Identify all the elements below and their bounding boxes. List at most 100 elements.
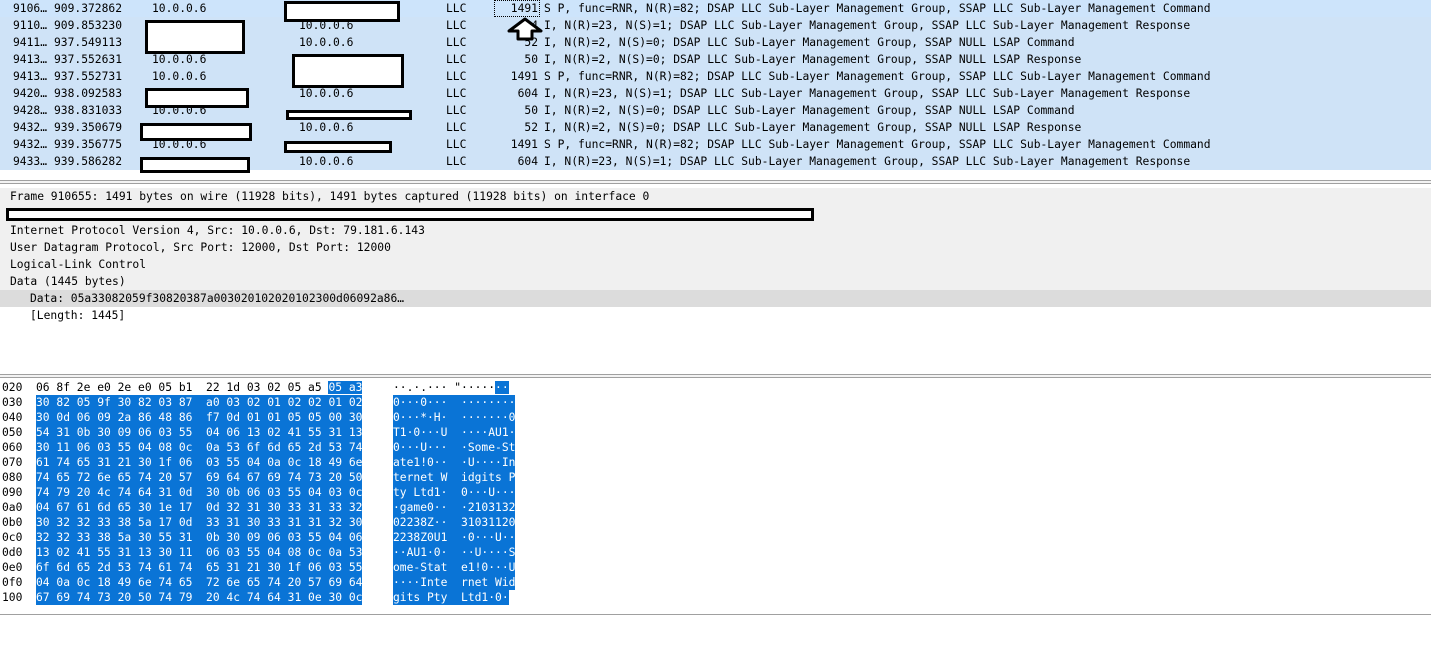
packet-length: 1491: [510, 138, 538, 151]
packet-protocol: LLC: [446, 19, 467, 32]
pane-splitter[interactable]: [0, 180, 1431, 184]
packet-number: 9420…: [13, 87, 48, 100]
packet-info: I, N(R)=2, N(S)=0; DSAP LLC Sub-Layer Ma…: [544, 121, 1082, 134]
packet-info: S P, func=RNR, N(R)=82; DSAP LLC Sub-Lay…: [544, 2, 1211, 15]
byte-hex-highlight: 30 82 05 9f 30 82 03 87 a0 03 02 01 02 0…: [36, 395, 363, 410]
byte-hex-highlight: 67 69 74 73 20 50 74 79 20 4c 74 64 31 0…: [36, 590, 363, 605]
packet-number: 9433…: [13, 155, 48, 168]
packet-time: 937.552631: [54, 53, 123, 66]
packet-time: 937.549113: [54, 36, 123, 49]
packet-number: 9413…: [13, 53, 48, 66]
packet-info: I, N(R)=23, N(S)=1; DSAP LLC Sub-Layer M…: [544, 87, 1191, 100]
byte-hex-highlight: 30 32 32 33 38 5a 17 0d 33 31 30 33 31 3…: [36, 515, 363, 530]
byte-ascii-highlight: gits Pty Ltd1·0·: [393, 590, 509, 605]
packet-destination: 10.0.0.6: [299, 121, 354, 134]
byte-ascii-highlight: ty Ltd1· 0···U···: [393, 485, 516, 500]
packet-protocol: LLC: [446, 70, 467, 83]
packet-list[interactable]: 9106… 909.372862 10.0.0.6 LLC 1491 S P, …: [0, 0, 1431, 176]
byte-hex-highlight: 05 a3: [328, 381, 363, 394]
byte-ascii-highlight: ····Inte rnet Wid: [393, 575, 516, 590]
byte-offset: 070: [2, 456, 23, 469]
byte-ascii-highlight: ··: [495, 381, 509, 394]
detail-text: Data (1445 bytes): [10, 275, 126, 288]
packet-info: I, N(R)=23, N(S)=1; DSAP LLC Sub-Layer M…: [544, 19, 1191, 32]
byte-ascii: ··.·.··· "·······: [393, 380, 509, 395]
byte-offset: 040: [2, 411, 23, 424]
byte-ascii-highlight: 0···0··· ········: [393, 395, 516, 410]
byte-hex: 06 8f 2e e0 2e e0 05 b1 22 1d 03 02 05 a…: [36, 380, 363, 395]
packet-destination: 10.0.0.6: [299, 155, 354, 168]
packet-time: 939.350679: [54, 121, 123, 134]
detail-row-udp[interactable]: User Datagram Protocol, Src Port: 12000,…: [0, 239, 1431, 256]
detail-row-frame[interactable]: Frame 910655: 1491 bytes on wire (11928 …: [0, 188, 1431, 205]
byte-hex-highlight: 04 0a 0c 18 49 6e 74 65 72 6e 65 74 20 5…: [36, 575, 363, 590]
byte-hex-highlight: 30 11 06 03 55 04 08 0c 0a 53 6f 6d 65 2…: [36, 440, 363, 455]
pane-bottom-border: [0, 614, 1431, 615]
detail-row-data-value[interactable]: Data: 05a33082059f30820387a0030201020201…: [0, 290, 1431, 307]
packet-row-selected[interactable]: 9106… 909.372862 10.0.0.6 LLC 1491 S P, …: [0, 0, 1431, 17]
detail-row-data[interactable]: Data (1445 bytes): [0, 273, 1431, 290]
packet-info: I, N(R)=2, N(S)=0; DSAP LLC Sub-Layer Ma…: [544, 53, 1082, 66]
packet-time: 938.092583: [54, 87, 123, 100]
byte-offset: 0e0: [2, 561, 23, 574]
byte-ascii-highlight: 0···*·H· ·······0: [393, 410, 516, 425]
packet-number: 9110…: [13, 19, 48, 32]
redaction-box: [284, 1, 400, 22]
detail-row-data-length[interactable]: [Length: 1445]: [0, 307, 1431, 324]
byte-offset: 0d0: [2, 546, 23, 559]
byte-hex-highlight: 54 31 0b 30 09 06 03 55 04 06 13 02 41 5…: [36, 425, 363, 440]
byte-ascii-highlight: ··AU1·0· ··U····S: [393, 545, 516, 560]
byte-offset: 0f0: [2, 576, 23, 589]
packet-number: 9411…: [13, 36, 48, 49]
packet-protocol: LLC: [446, 87, 467, 100]
packet-details-pane[interactable]: Frame 910655: 1491 bytes on wire (11928 …: [0, 186, 1431, 372]
redaction-box: [140, 123, 252, 141]
detail-row-ip[interactable]: Internet Protocol Version 4, Src: 10.0.0…: [0, 222, 1431, 239]
byte-hex-highlight: 74 79 20 4c 74 64 31 0d 30 0b 06 03 55 0…: [36, 485, 363, 500]
byte-offset: 0a0: [2, 501, 23, 514]
packet-info: S P, func=RNR, N(R)=82; DSAP LLC Sub-Lay…: [544, 70, 1211, 83]
byte-ascii-highlight: T1·0···U ····AU1·: [393, 425, 516, 440]
packet-bytes-pane[interactable]: 020 06 8f 2e e0 2e e0 05 b1 22 1d 03 02 …: [0, 380, 1431, 612]
byte-offset: 080: [2, 471, 23, 484]
byte-offset: 090: [2, 486, 23, 499]
redaction-box: [292, 54, 404, 88]
packet-source: 10.0.0.6: [152, 2, 207, 15]
detail-row-ethernet[interactable]: [0, 205, 1431, 222]
byte-ascii-plain: ··.·.··· "·····: [393, 381, 496, 394]
packet-time: 939.586282: [54, 155, 123, 168]
packet-length: 1491: [494, 0, 540, 17]
detail-text: Frame 910655: 1491 bytes on wire (11928 …: [10, 190, 650, 203]
byte-offset: 0c0: [2, 531, 23, 544]
packet-number: 9432…: [13, 121, 48, 134]
byte-offset: 0b0: [2, 516, 23, 529]
byte-hex-highlight: 13 02 41 55 31 13 30 11 06 03 55 04 08 0…: [36, 545, 363, 560]
packet-length: 50: [524, 53, 538, 66]
packet-destination: 10.0.0.6: [299, 36, 354, 49]
detail-text: Internet Protocol Version 4, Src: 10.0.0…: [10, 224, 425, 237]
packet-info: I, N(R)=2, N(S)=0; DSAP LLC Sub-Layer Ma…: [544, 36, 1075, 49]
packet-info: I, N(R)=23, N(S)=1; DSAP LLC Sub-Layer M…: [544, 155, 1191, 168]
packet-protocol: LLC: [446, 155, 467, 168]
redaction-box: [284, 141, 392, 153]
byte-ascii-highlight: ·game0·· ·2103132: [393, 500, 516, 515]
byte-offset: 020: [2, 381, 23, 394]
packet-protocol: LLC: [446, 121, 467, 134]
packet-length: 1491: [510, 70, 538, 83]
packet-protocol: LLC: [446, 36, 467, 49]
pane-splitter[interactable]: [0, 374, 1431, 378]
detail-row-llc[interactable]: Logical-Link Control: [0, 256, 1431, 273]
packet-time: 909.853230: [54, 19, 123, 32]
packet-source: 10.0.0.6: [152, 70, 207, 83]
packet-protocol: LLC: [446, 2, 467, 15]
byte-hex-plain: 06 8f 2e e0 2e e0 05 b1 22 1d 03 02 05 a…: [36, 381, 329, 394]
packet-row[interactable]: 9413… 937.552731 10.0.0.6 LLC 1491 S P, …: [0, 68, 1431, 85]
packet-number: 9106…: [13, 2, 48, 15]
byte-offset: 030: [2, 396, 23, 409]
packet-protocol: LLC: [446, 53, 467, 66]
redaction-box: [140, 157, 250, 173]
byte-ascii-highlight: 2238Z0U1 ·0···U··: [393, 530, 516, 545]
byte-ascii-highlight: ternet W idgits P: [393, 470, 516, 485]
detail-text: [Length: 1445]: [30, 309, 126, 322]
byte-ascii-highlight: 02238Z·· 31031120: [393, 515, 516, 530]
